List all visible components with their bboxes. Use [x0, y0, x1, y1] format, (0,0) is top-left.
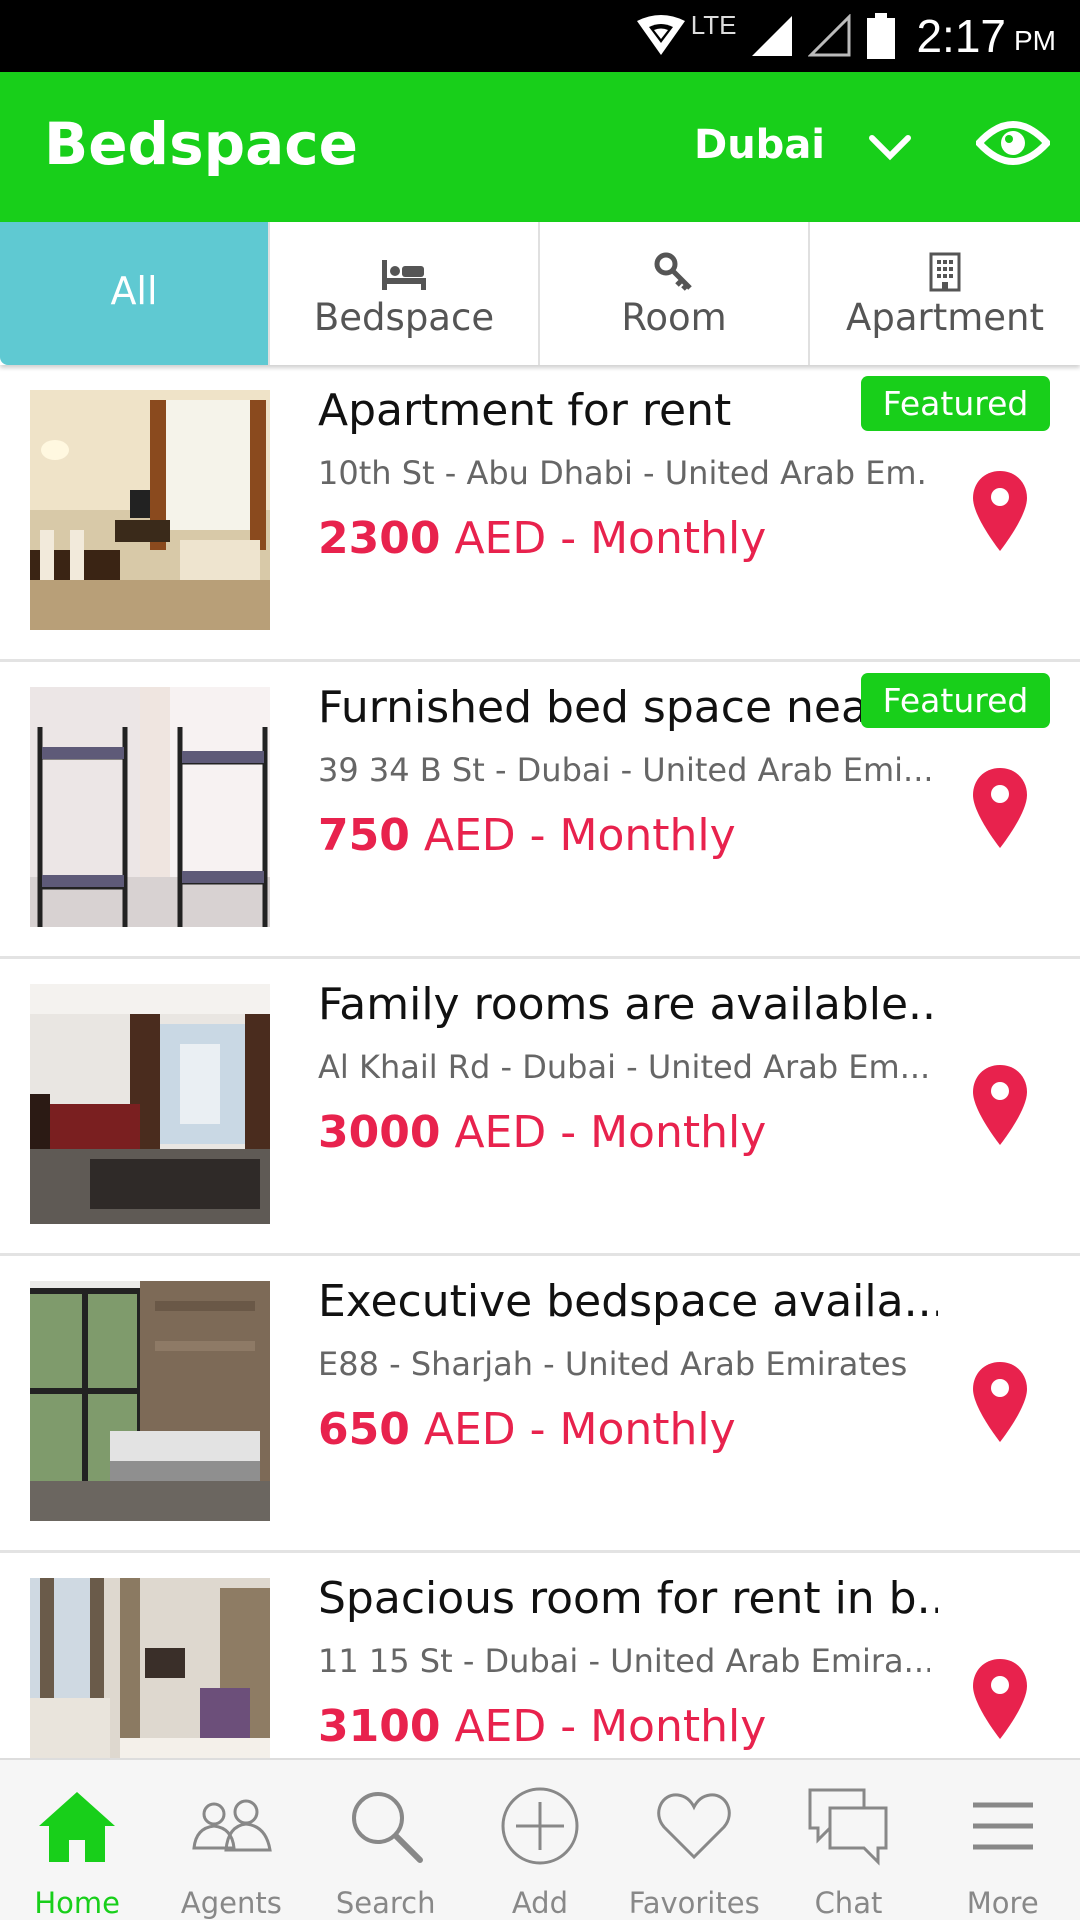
listing-item[interactable]: Family rooms are available... Al Khail R…	[0, 959, 1080, 1256]
chat-icon	[806, 1776, 890, 1876]
nav-more[interactable]: More	[926, 1760, 1080, 1920]
bottom-navigation: Home Agents Search Add Favorites Chat Mo…	[0, 1758, 1080, 1920]
listing-title: Spacious room for rent in b..	[318, 1573, 938, 1624]
heart-icon	[656, 1776, 732, 1876]
nav-add-label: Add	[511, 1886, 568, 1920]
eye-icon[interactable]	[974, 118, 1052, 172]
clock-time: 2:17	[916, 10, 1006, 62]
listing-address: E88 - Sharjah - United Arab Emirates	[318, 1345, 908, 1383]
nav-search-label: Search	[335, 1886, 436, 1920]
app-title: Bedspace	[44, 110, 358, 178]
listing-list: Apartment for rent 10th St - Abu Dhabi -…	[0, 365, 1080, 1758]
listing-address: 11 15 St - Dubai - United Arab Emira...	[318, 1642, 930, 1680]
bed-icon	[380, 248, 428, 292]
listing-address: 39 34 B St - Dubai - United Arab Emi...	[318, 751, 930, 789]
nav-agents-label: Agents	[180, 1886, 282, 1920]
building-icon	[929, 248, 961, 292]
featured-badge: Featured	[861, 376, 1050, 431]
nav-more-label: More	[966, 1886, 1039, 1920]
menu-icon	[971, 1776, 1035, 1876]
tab-apartment[interactable]: Apartment	[810, 222, 1080, 365]
tab-room[interactable]: Room	[540, 222, 810, 365]
nav-search[interactable]: Search	[309, 1760, 463, 1920]
nav-favorites[interactable]: Favorites	[617, 1760, 771, 1920]
network-type-label: LTE	[690, 9, 737, 40]
price-suffix: AED - Monthly	[440, 513, 767, 564]
home-icon	[37, 1776, 117, 1876]
listing-photo	[30, 984, 270, 1224]
app-screen: LTE 2:17 PM Bedspace Dubai All Bedspace …	[0, 0, 1080, 1920]
listing-price: 650 AED - Monthly	[318, 1404, 736, 1455]
agents-icon	[188, 1776, 274, 1876]
category-tabs: All Bedspace Room Apartment	[0, 222, 1080, 365]
signal-icon	[750, 14, 794, 58]
nav-add[interactable]: Add	[463, 1760, 617, 1920]
price-amount: 750	[318, 810, 410, 861]
nav-favorites-label: Favorites	[628, 1886, 760, 1920]
featured-badge: Featured	[861, 673, 1050, 728]
price-amount: 3100	[318, 1701, 441, 1752]
tab-all[interactable]: All	[0, 222, 270, 365]
listing-address: 10th St - Abu Dhabi - United Arab Em..	[318, 454, 930, 492]
price-amount: 650	[318, 1404, 410, 1455]
price-amount: 2300	[318, 513, 441, 564]
tab-bedspace[interactable]: Bedspace	[270, 222, 540, 365]
chevron-down-icon	[869, 135, 912, 165]
search-icon	[348, 1776, 424, 1876]
nav-home[interactable]: Home	[0, 1760, 154, 1920]
listing-title: Family rooms are available...	[318, 979, 938, 1030]
listing-title: Apartment for rent	[318, 385, 732, 436]
signal-empty-icon	[808, 14, 852, 58]
nav-chat-label: Chat	[814, 1886, 883, 1920]
map-pin-icon[interactable]	[970, 469, 1030, 557]
tab-apartment-label: Apartment	[846, 296, 1044, 339]
app-bar: Bedspace Dubai	[0, 72, 1080, 222]
listing-photo	[30, 1281, 270, 1521]
listing-title: Executive bedspace availa...	[318, 1276, 938, 1327]
map-pin-icon[interactable]	[970, 1657, 1030, 1745]
listing-price: 3100 AED - Monthly	[318, 1701, 766, 1752]
battery-icon	[866, 13, 896, 59]
price-suffix: AED - Monthly	[440, 1701, 767, 1752]
wifi-icon	[635, 15, 687, 57]
listing-address: Al Khail Rd - Dubai - United Arab Em...	[318, 1048, 930, 1086]
listing-photo	[30, 390, 270, 630]
listing-item[interactable]: Furnished bed space near 39 34 B St - Du…	[0, 662, 1080, 959]
map-pin-icon[interactable]	[970, 1063, 1030, 1151]
listing-item[interactable]: Spacious room for rent in b.. 11 15 St -…	[0, 1553, 1080, 1758]
listing-photo	[30, 687, 270, 927]
tab-bedspace-label: Bedspace	[313, 296, 495, 339]
price-amount: 3000	[318, 1107, 441, 1158]
price-suffix: AED - Monthly	[409, 1404, 736, 1455]
add-icon	[500, 1776, 580, 1876]
nav-home-label: Home	[34, 1886, 120, 1920]
tab-room-label: Room	[621, 296, 727, 339]
key-icon	[654, 248, 694, 292]
price-suffix: AED - Monthly	[440, 1107, 767, 1158]
listing-item[interactable]: Executive bedspace availa... E88 - Sharj…	[0, 1256, 1080, 1553]
listing-price: 3000 AED - Monthly	[318, 1107, 766, 1158]
nav-agents[interactable]: Agents	[154, 1760, 308, 1920]
map-pin-icon[interactable]	[970, 1360, 1030, 1448]
listing-price: 750 AED - Monthly	[318, 810, 736, 861]
tab-all-label: All	[110, 268, 158, 313]
price-suffix: AED - Monthly	[409, 810, 736, 861]
nav-chat[interactable]: Chat	[771, 1760, 925, 1920]
clock-ampm: PM	[1014, 25, 1056, 56]
listing-photo	[30, 1578, 270, 1758]
status-bar: LTE 2:17 PM	[0, 0, 1080, 72]
map-pin-icon[interactable]	[970, 766, 1030, 854]
listing-title: Furnished bed space near	[318, 682, 887, 733]
listing-item[interactable]: Apartment for rent 10th St - Abu Dhabi -…	[0, 365, 1080, 662]
city-label: Dubai	[694, 122, 826, 168]
listing-price: 2300 AED - Monthly	[318, 513, 766, 564]
city-selector[interactable]: Dubai	[694, 122, 912, 168]
